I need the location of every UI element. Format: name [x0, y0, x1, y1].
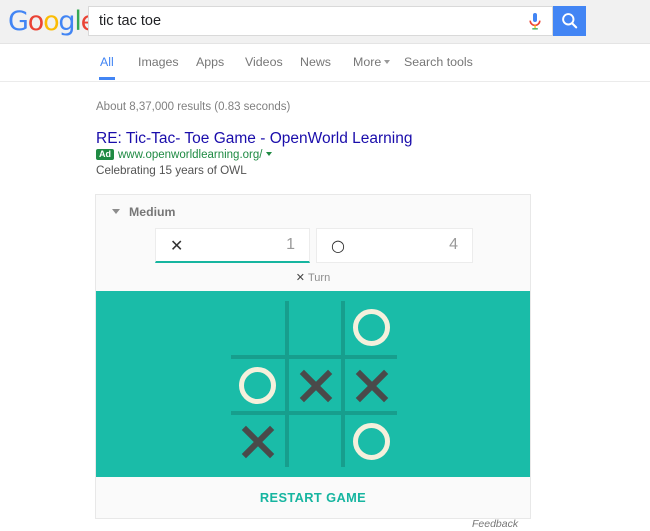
logo-letter: G	[8, 6, 29, 37]
board-cell[interactable]	[345, 415, 399, 469]
google-header: Google	[0, 0, 650, 44]
chevron-down-icon[interactable]	[266, 152, 273, 156]
score-value-x: 1	[286, 236, 295, 253]
board-grid	[231, 301, 397, 467]
result-stats: About 8,37,000 results (0.83 seconds)	[96, 101, 291, 113]
tic-tac-toe-widget: Medium ✕ 1 ○ 4 ✕ Turn RESTART GAME	[95, 194, 531, 519]
tab-label: Videos	[245, 55, 283, 69]
x-mark-icon	[296, 366, 336, 406]
search-nav-tabs: All Images Apps Videos News More Search …	[0, 44, 650, 82]
o-mark-icon: ○	[331, 236, 345, 255]
tab-label: Apps	[196, 55, 225, 69]
tab-videos[interactable]: Videos	[245, 55, 283, 69]
feedback-link[interactable]: Feedback	[472, 518, 518, 530]
widget-header: Medium	[96, 195, 530, 228]
tab-images[interactable]: Images	[138, 55, 179, 69]
o-mark-icon	[239, 367, 276, 404]
tab-more[interactable]: More	[353, 55, 391, 69]
x-mark-icon	[352, 366, 392, 406]
caret-down-icon[interactable]	[112, 209, 120, 214]
ad-result-description: Celebrating 15 years of OWL	[96, 164, 247, 177]
board-cell[interactable]	[345, 301, 399, 355]
ad-badge: Ad	[96, 149, 114, 160]
difficulty-selector[interactable]: Medium	[129, 205, 175, 219]
search-button[interactable]	[553, 6, 586, 36]
search-icon	[562, 13, 578, 29]
ad-result-url-line: Ad www.openworldlearning.org/	[96, 149, 273, 161]
microphone-icon[interactable]	[528, 12, 542, 32]
score-value-o: 4	[449, 236, 458, 253]
board-cell[interactable]	[345, 359, 399, 413]
tab-label: News	[300, 55, 331, 69]
board-cell[interactable]	[289, 301, 343, 355]
tab-label: More	[353, 55, 382, 69]
score-panel-o[interactable]: ○ 4	[316, 228, 473, 263]
turn-label: Turn	[308, 272, 331, 284]
ad-result-title[interactable]: RE: Tic-Tac- Toe Game - OpenWorld Learni…	[96, 130, 412, 148]
tab-search-tools[interactable]: Search tools	[404, 55, 473, 69]
logo-letter: o	[43, 6, 60, 37]
x-mark-icon	[238, 422, 278, 462]
o-mark-icon	[353, 423, 390, 460]
ad-result-url[interactable]: www.openworldlearning.org/	[118, 149, 262, 161]
chevron-down-icon	[384, 60, 391, 64]
board-cell[interactable]	[231, 301, 285, 355]
search-box[interactable]	[88, 6, 553, 36]
board-cell[interactable]	[231, 415, 285, 469]
o-mark-icon	[353, 309, 390, 346]
turn-mark-icon: ✕	[295, 271, 305, 284]
board-cell[interactable]	[231, 359, 285, 413]
logo-letter: o	[27, 6, 45, 37]
tab-apps[interactable]: Apps	[196, 55, 224, 69]
scoreboard: ✕ 1 ○ 4	[96, 228, 530, 268]
game-board[interactable]	[96, 291, 530, 477]
turn-indicator: ✕ Turn	[96, 268, 530, 291]
logo-letter: g	[58, 6, 75, 37]
x-mark-icon: ✕	[170, 236, 184, 255]
board-cell[interactable]	[289, 415, 343, 469]
search-input[interactable]	[99, 7, 514, 35]
tab-news[interactable]: News	[300, 55, 331, 69]
restart-game-button[interactable]: RESTART GAME	[96, 477, 530, 518]
google-logo[interactable]: Google	[8, 6, 97, 37]
tab-label: All	[100, 55, 114, 69]
score-panel-x[interactable]: ✕ 1	[155, 228, 310, 263]
tab-label: Images	[138, 55, 179, 69]
tab-label: Search tools	[404, 55, 473, 69]
board-cell[interactable]	[289, 359, 343, 413]
tab-all[interactable]: All	[99, 55, 115, 80]
